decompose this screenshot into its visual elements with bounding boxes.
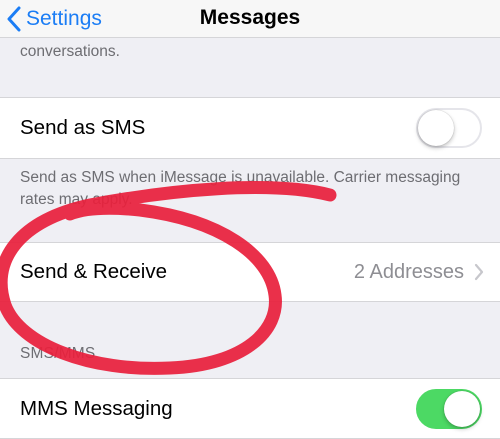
- toggle-knob: [444, 390, 480, 427]
- chevron-right-icon: [474, 263, 484, 281]
- send-receive-detail: 2 Addresses: [354, 261, 484, 284]
- send-receive-label: Send & Receive: [20, 260, 168, 283]
- send-as-sms-footnote: Send as SMS when iMessage is unavailable…: [20, 169, 461, 208]
- send-receive-value: 2 Addresses: [353, 260, 464, 283]
- section-footnote: conversations.: [20, 43, 120, 60]
- page-title: Messages: [199, 6, 301, 29]
- mms-messaging-row: MMS Messaging: [0, 378, 500, 439]
- toggle-knob: [418, 110, 454, 146]
- mms-messaging-toggle[interactable]: [416, 388, 482, 429]
- send-as-sms-label: Send as SMS: [20, 116, 146, 139]
- red-circle-annotation: [0, 181, 337, 375]
- send-as-sms-toggle[interactable]: [416, 108, 482, 148]
- send-as-sms-row: Send as SMS: [0, 97, 500, 159]
- sms-mms-section-header: SMS/MMS: [20, 345, 96, 362]
- mms-messaging-label: MMS Messaging: [20, 396, 173, 420]
- navigation-bar: Settings Messages: [0, 0, 500, 38]
- send-receive-row[interactable]: Send & Receive 2 Addresses: [0, 242, 500, 302]
